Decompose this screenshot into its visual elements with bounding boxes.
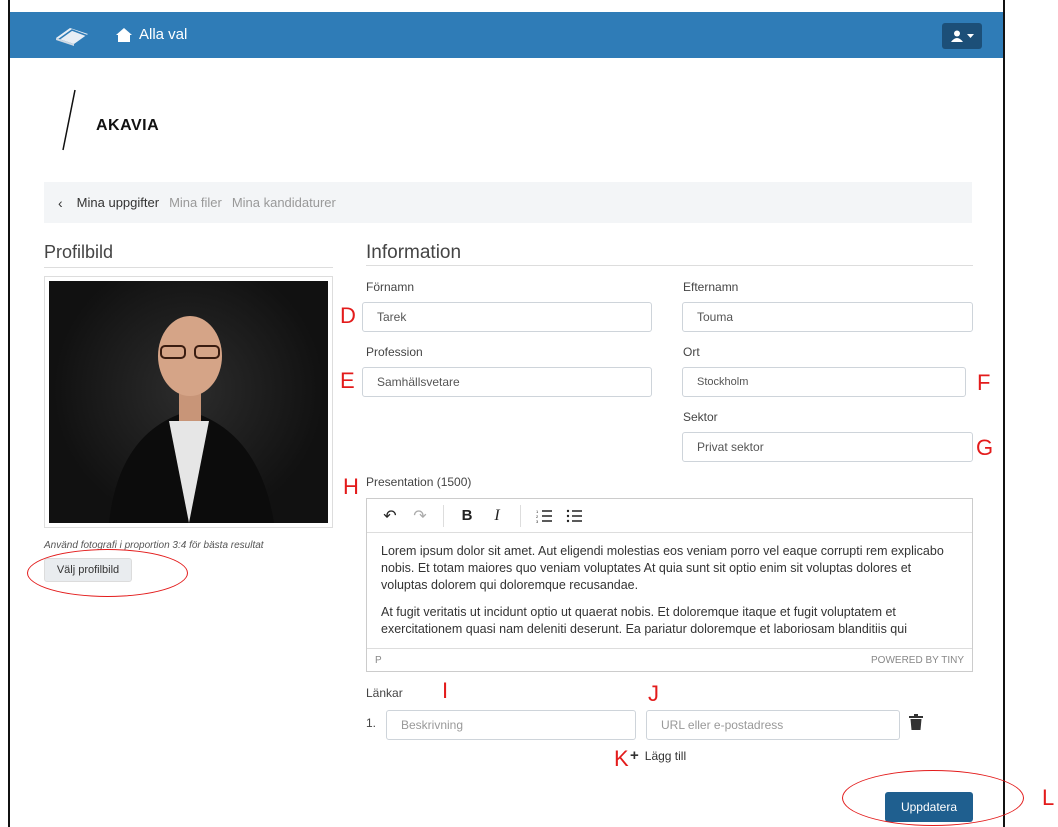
user-icon (950, 30, 963, 42)
nav-home-label: Alla val (139, 26, 188, 43)
annotation-label: L (1042, 785, 1055, 810)
annotation-label: K (614, 746, 629, 771)
presentation-editor[interactable]: ↶ ↷ B I 123 Lorem ipsum dolor sit amet. … (366, 498, 973, 672)
plus-icon: + (630, 747, 639, 764)
editor-paragraph: Lorem ipsum dolor sit amet. Aut eligendi… (381, 544, 944, 592)
editor-paragraph: At fugit veritatis ut incidunt optio ut … (381, 605, 907, 636)
editor-statusbar: P POWERED BY TINY (367, 648, 972, 671)
numbered-list-icon[interactable]: 123 (531, 504, 557, 528)
nav-home-link[interactable]: Alla val (115, 26, 187, 43)
divider (44, 267, 333, 268)
trash-icon[interactable] (909, 714, 923, 730)
presentation-label: Presentation (1500) (366, 475, 472, 489)
profession-field[interactable]: Samhällsvetare (362, 367, 652, 397)
first-name-field[interactable]: Tarek (362, 302, 652, 332)
annotation-label: I (442, 678, 449, 703)
tab-mina-filer[interactable]: Mina filer (169, 195, 222, 210)
caret-down-icon (966, 33, 974, 38)
editor-path: P (375, 654, 382, 666)
profile-photo-frame (44, 276, 333, 528)
sector-select[interactable]: Privat sektor (682, 432, 973, 462)
city-label: Ort (683, 345, 700, 359)
links-label: Länkar (366, 686, 403, 700)
toolbar-separator (520, 504, 521, 527)
bold-icon[interactable]: B (454, 504, 480, 528)
chevron-left-icon[interactable]: ‹ (58, 195, 63, 211)
annotation-label: E (340, 368, 355, 393)
profile-title: Profilbild (44, 242, 114, 262)
undo-icon[interactable]: ↶ (377, 504, 403, 528)
redo-icon[interactable]: ↷ (407, 504, 433, 528)
top-navbar: Alla val (10, 12, 1003, 58)
last-name-label: Efternamn (683, 280, 739, 294)
link-number: 1. (366, 716, 377, 730)
profession-label: Profession (366, 345, 423, 359)
breadcrumb: ‹ Mina uppgifter Mina filer Mina kandida… (44, 182, 972, 223)
tab-mina-uppgifter[interactable]: Mina uppgifter (77, 195, 159, 210)
powered-by-tiny[interactable]: POWERED BY TINY (871, 655, 964, 666)
city-field[interactable]: Stockholm (682, 367, 966, 397)
sector-label: Sektor (683, 410, 718, 424)
annotation-label: J (648, 681, 659, 706)
profile-photo (49, 281, 328, 523)
last-name-field[interactable]: Touma (682, 302, 973, 332)
editor-toolbar: ↶ ↷ B I 123 (367, 499, 972, 533)
svg-text:3: 3 (536, 519, 539, 523)
tab-mina-kandidaturer[interactable]: Mina kandidaturer (232, 195, 336, 210)
add-link-label: Lägg till (644, 748, 687, 763)
annotation-ellipse (842, 770, 1024, 826)
photo-hint: Använd fotografi i proportion 3:4 för bä… (44, 540, 264, 551)
user-menu-button[interactable] (942, 23, 982, 49)
link-url-field[interactable]: URL eller e-postadress (646, 710, 900, 740)
books-icon[interactable] (54, 26, 90, 46)
first-name-label: Förnamn (366, 280, 415, 294)
bullet-list-icon[interactable] (561, 504, 587, 528)
information-title: Information (366, 242, 462, 263)
annotation-label: H (343, 474, 359, 499)
annotation-label: D (340, 303, 356, 328)
link-description-field[interactable]: Beskrivning (386, 710, 636, 740)
italic-icon[interactable]: I (484, 504, 510, 528)
editor-content[interactable]: Lorem ipsum dolor sit amet. Aut eligendi… (367, 533, 972, 648)
portrait-figure (109, 316, 274, 523)
logo-text: AKAVIA (96, 117, 160, 134)
add-link-button[interactable]: + Lägg till (630, 747, 686, 764)
home-icon (116, 27, 132, 42)
divider (366, 265, 973, 266)
annotation-ellipse (27, 549, 188, 597)
annotation-label: G (976, 435, 994, 460)
annotation-label: F (977, 370, 991, 395)
toolbar-separator (443, 504, 444, 527)
